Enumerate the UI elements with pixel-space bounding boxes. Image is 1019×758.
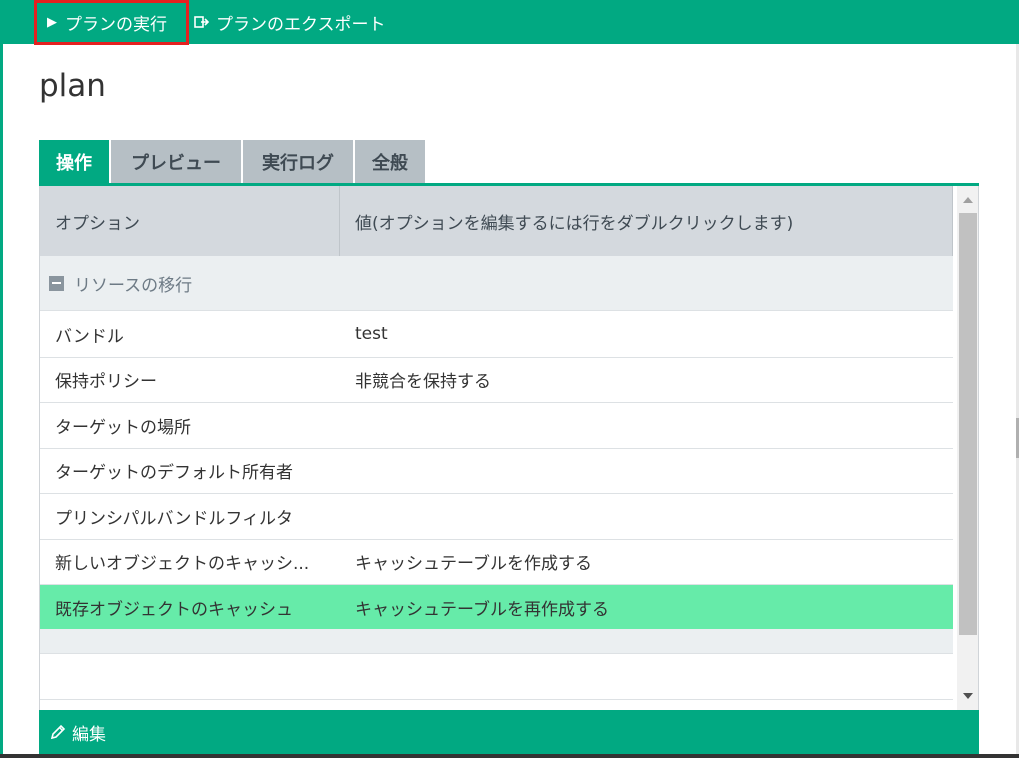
value-cell: キャッシュテーブルを再作成する bbox=[355, 599, 609, 620]
tab-general[interactable]: 全般 bbox=[355, 140, 425, 183]
play-icon: ▶ bbox=[47, 15, 57, 30]
window-bottom-edge bbox=[0, 754, 1019, 758]
grid-header: オプション 値(オプションを編集するには行をダブルクリックします) bbox=[40, 186, 953, 256]
table-row[interactable]: バンドル test bbox=[40, 312, 953, 358]
option-cell: 新しいオブジェクトのキャッシ... bbox=[55, 554, 310, 575]
scroll-up-arrow-icon[interactable] bbox=[957, 188, 978, 212]
table-row[interactable]: プリンシパルバンドルフィルタ bbox=[40, 494, 953, 540]
tab-preview[interactable]: プレビュー bbox=[111, 140, 241, 183]
tab-operations[interactable]: 操作 bbox=[39, 140, 109, 183]
option-cell: 保持ポリシー bbox=[55, 372, 157, 393]
group-row-resource-migration[interactable]: リソースの移行 bbox=[40, 256, 953, 311]
table-row[interactable]: 新しいオブジェクトのキャッシ... キャッシュテーブルを作成する bbox=[40, 539, 953, 585]
option-cell: ターゲットのデフォルト所有者 bbox=[55, 463, 293, 484]
table-row[interactable]: ターゲットの場所 bbox=[40, 403, 953, 449]
value-cell bbox=[340, 494, 953, 539]
tab-execution-log[interactable]: 実行ログ bbox=[243, 140, 353, 183]
run-plan-label: プランの実行 bbox=[65, 15, 167, 35]
page-title: plan bbox=[39, 68, 106, 104]
value-cell bbox=[340, 403, 953, 448]
run-plan-button[interactable]: ▶ プランの実行 bbox=[34, 0, 189, 45]
column-header-option[interactable]: オプション bbox=[40, 186, 340, 256]
export-icon bbox=[194, 15, 210, 29]
value-cell: test bbox=[355, 324, 388, 345]
value-cell: キャッシュテーブルを作成する bbox=[355, 554, 592, 575]
edit-label: 編集 bbox=[72, 724, 106, 745]
option-cell: プリンシパルバンドルフィルタ bbox=[55, 508, 293, 529]
scroll-down-arrow-icon[interactable] bbox=[957, 684, 978, 708]
grid-vertical-scrollbar[interactable] bbox=[957, 186, 978, 710]
grid-filler-row bbox=[40, 629, 953, 654]
table-row[interactable]: ターゲットのデフォルト所有者 bbox=[40, 448, 953, 494]
grid-bottom-line bbox=[40, 699, 953, 700]
plan-window: ▶ プランの実行 プランのエクスポート plan 操作 プレビュー 実行ログ 全… bbox=[0, 0, 1019, 758]
export-plan-button[interactable]: プランのエクスポート bbox=[194, 0, 386, 44]
edit-button[interactable]: 編集 bbox=[39, 710, 979, 754]
toolbar: ▶ プランの実行 プランのエクスポート bbox=[0, 0, 1019, 45]
scrollbar-thumb[interactable] bbox=[959, 213, 977, 635]
option-cell: バンドル bbox=[55, 326, 124, 347]
option-cell: 既存オブジェクトのキャッシュ bbox=[55, 599, 293, 620]
pencil-icon bbox=[50, 724, 66, 740]
export-plan-label: プランのエクスポート bbox=[216, 14, 386, 35]
grid-rows: バンドル test 保持ポリシー 非競合を保持する ターゲットの場所 ターゲット… bbox=[40, 312, 953, 631]
window-left-edge bbox=[0, 0, 3, 758]
column-header-value[interactable]: 値(オプションを編集するには行をダブルクリックします) bbox=[340, 186, 953, 256]
table-row[interactable]: 保持ポリシー 非競合を保持する bbox=[40, 357, 953, 403]
value-cell bbox=[340, 449, 953, 494]
tab-bar: 操作 プレビュー 実行ログ 全般 bbox=[39, 140, 427, 183]
options-grid: オプション 値(オプションを編集するには行をダブルクリックします) リソースの移… bbox=[39, 186, 979, 710]
value-cell: 非競合を保持する bbox=[355, 372, 491, 393]
group-label: リソースの移行 bbox=[74, 275, 193, 296]
option-cell: ターゲットの場所 bbox=[55, 417, 191, 438]
table-row-selected[interactable]: 既存オブジェクトのキャッシュ キャッシュテーブルを再作成する bbox=[40, 585, 953, 631]
minus-icon[interactable] bbox=[49, 275, 64, 291]
